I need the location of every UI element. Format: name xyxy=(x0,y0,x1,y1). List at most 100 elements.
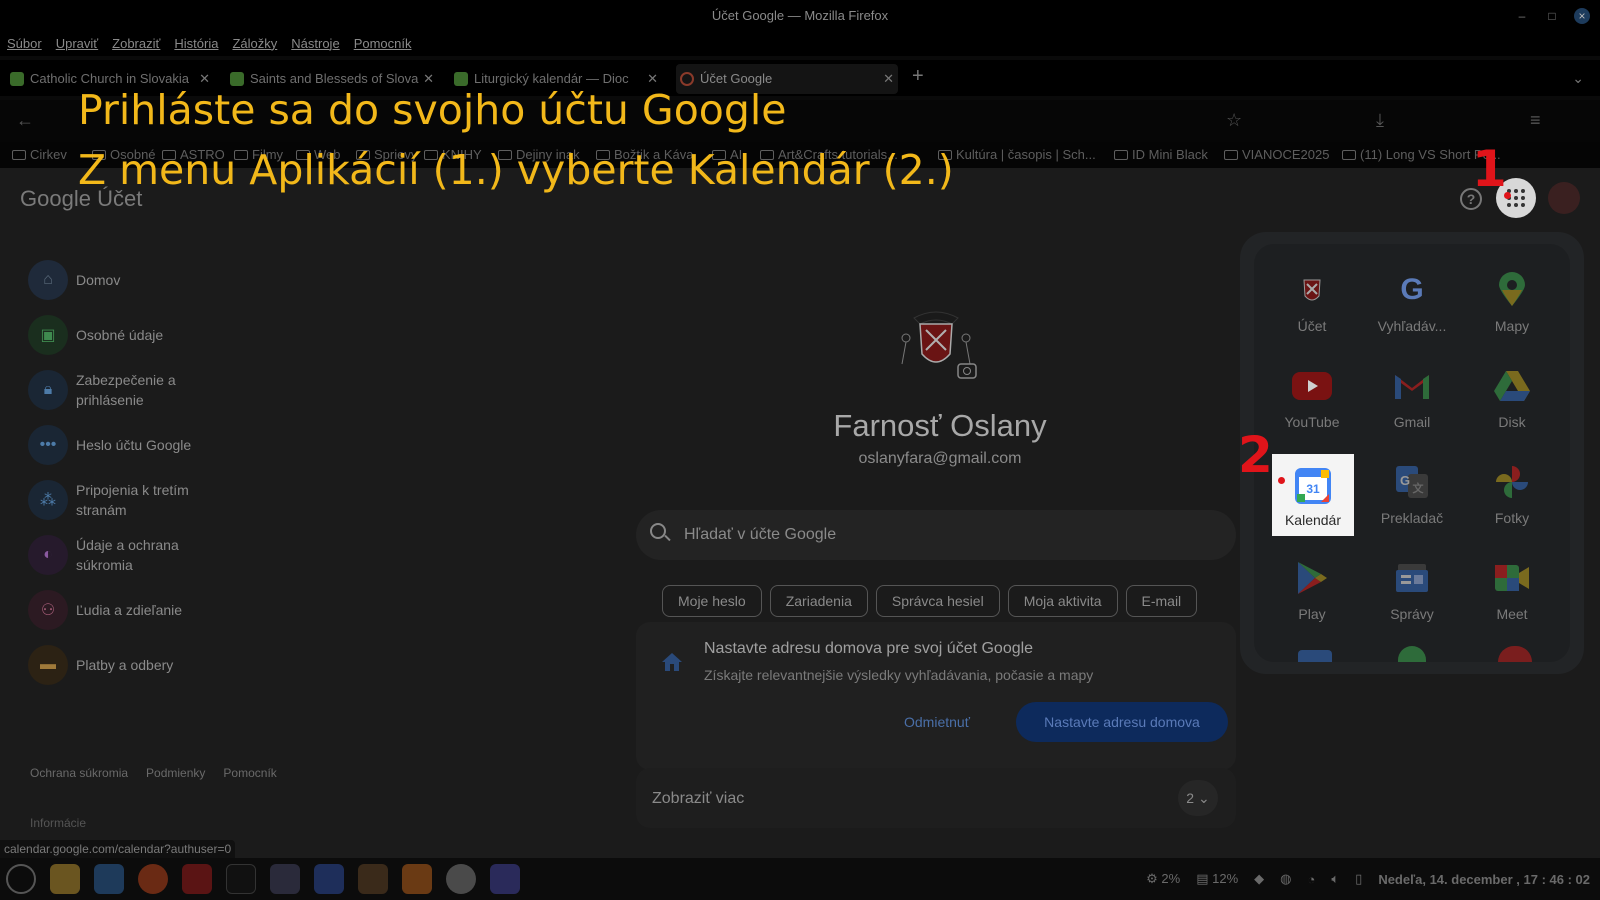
app-menu-icon[interactable]: ≡ xyxy=(1530,110,1541,131)
start-menu-icon[interactable] xyxy=(6,864,36,894)
menu-view[interactable]: Zobraziť xyxy=(112,32,160,56)
chip-password[interactable]: Moje heslo xyxy=(662,585,762,617)
back-icon[interactable]: ← xyxy=(16,110,34,131)
new-tab-icon[interactable]: + xyxy=(912,66,924,86)
bookmark-item[interactable]: VIANOCE2025 xyxy=(1224,142,1329,168)
app-meet[interactable]: Meet xyxy=(1464,544,1560,638)
play-icon xyxy=(1292,558,1332,598)
search-input[interactable] xyxy=(684,510,1224,560)
app-account[interactable]: Účet xyxy=(1264,256,1360,350)
shield-icon[interactable]: ◍ xyxy=(1280,871,1291,887)
sidebar-item-third-party[interactable]: ⁂ Pripojenia k tretím stranám xyxy=(28,480,236,520)
close-icon[interactable]: × xyxy=(1574,8,1590,24)
files-icon[interactable] xyxy=(50,864,80,894)
app-label: Gmail xyxy=(1393,414,1431,430)
show-more-row[interactable]: Zobraziť viac 2 ⌄ xyxy=(636,768,1236,828)
terms-link[interactable]: Podmienky xyxy=(146,766,205,780)
sidebar-item-privacy[interactable]: ◐ Údaje a ochrana súkromia xyxy=(28,535,236,575)
partial-app-icon xyxy=(1298,650,1332,662)
app-drive[interactable]: Disk xyxy=(1464,352,1560,446)
app-search[interactable]: G Vyhľadáv... xyxy=(1364,256,1460,350)
app-maps[interactable]: Mapy xyxy=(1464,256,1560,350)
menu-bar: Súbor Upraviť Zobraziť História Záložky … xyxy=(0,32,1600,56)
sidebar-item-people-sharing[interactable]: ⚇ Ľudia a zdieľanie xyxy=(28,590,236,630)
sidebar-item-home[interactable]: ⌂ Domov xyxy=(28,260,236,300)
marker-dot-1 xyxy=(1504,192,1511,199)
menu-edit[interactable]: Upraviť xyxy=(56,32,98,56)
chip-devices[interactable]: Zariadenia xyxy=(769,585,868,617)
minimize-icon[interactable]: – xyxy=(1514,8,1530,24)
folder-icon[interactable] xyxy=(270,864,300,894)
sidebar-item-label: Platby a odbery xyxy=(76,657,174,673)
sublime-icon[interactable] xyxy=(402,864,432,894)
bookmark-item[interactable]: Cirkev xyxy=(12,142,67,168)
calculator-icon[interactable] xyxy=(358,864,388,894)
info-link[interactable]: Informácie xyxy=(30,816,86,830)
menu-tools[interactable]: Nástroje xyxy=(291,32,339,56)
tab-label: Catholic Church in Slovakia xyxy=(30,71,189,86)
close-tab-icon[interactable]: ✕ xyxy=(883,64,894,94)
clipboard-icon[interactable]: ▯ xyxy=(1355,871,1362,887)
decline-button[interactable]: Odmietnuť xyxy=(904,714,970,730)
app-news[interactable]: Správy xyxy=(1364,544,1460,638)
mail-icon[interactable] xyxy=(94,864,124,894)
chip-email[interactable]: E-mail xyxy=(1125,585,1198,617)
clock[interactable]: Nedeľa, 14. december , 17 : 46 : 02 xyxy=(1378,872,1590,887)
app-gmail[interactable]: Gmail xyxy=(1364,352,1460,446)
bookmark-item[interactable]: Kultúra | časopis | Sch... xyxy=(938,142,1096,168)
show-more-count[interactable]: 2 ⌄ xyxy=(1178,780,1218,816)
app-translate[interactable]: G文 Prekladač xyxy=(1364,448,1460,542)
youtube-icon xyxy=(1292,366,1332,406)
memory-indicator[interactable]: ▤ 12% xyxy=(1196,871,1238,887)
firefox-icon[interactable] xyxy=(138,864,168,894)
partial-app-icon xyxy=(1398,646,1426,662)
app-youtube[interactable]: YouTube xyxy=(1264,352,1360,446)
google-account-page: Google Účet ? ⌂ Domov ▣ Osobné údaje 🔒︎ … xyxy=(0,168,1600,858)
chip-password-manager[interactable]: Správca hesiel xyxy=(875,585,1000,617)
app-label: Fotky xyxy=(1494,510,1530,526)
chip-activity[interactable]: Moja aktivita xyxy=(1007,585,1118,617)
memory-text: 12% xyxy=(1212,871,1239,886)
bookmark-item[interactable]: ID Mini Black xyxy=(1114,142,1208,168)
app-play[interactable]: Play xyxy=(1264,544,1360,638)
chrome-icon[interactable] xyxy=(446,864,476,894)
app-label: Kalendár xyxy=(1284,512,1342,528)
night-mode-icon[interactable] xyxy=(490,864,520,894)
help-link[interactable]: Pomocník xyxy=(223,766,276,780)
app-calendar[interactable]: 31 Kalendár xyxy=(1272,454,1354,536)
volume-icon[interactable]: 🔈︎ xyxy=(1331,871,1339,887)
google-search-icon: G xyxy=(1400,273,1424,306)
sidebar-item-password[interactable]: ••• Heslo účtu Google xyxy=(28,425,236,465)
sidebar-item-payments[interactable]: ▬ Platby a odbery xyxy=(28,645,236,685)
filezilla-icon[interactable] xyxy=(182,864,212,894)
downloads-icon[interactable]: ⤓ xyxy=(1376,110,1384,131)
wifi-icon[interactable]: ◔ xyxy=(1307,872,1315,887)
cpu-indicator[interactable]: ⚙ 2% xyxy=(1146,871,1180,887)
step-marker-2: 2 xyxy=(1238,426,1273,484)
menu-history[interactable]: História xyxy=(174,32,218,56)
photos-icon xyxy=(1492,462,1532,502)
gmail-icon xyxy=(1392,366,1432,406)
menu-bookmarks[interactable]: Záložky xyxy=(232,32,277,56)
avatar[interactable] xyxy=(1548,182,1580,214)
sidebar-item-security[interactable]: 🔒︎ Zabezpečenie a prihlásenie xyxy=(28,370,236,410)
coat-of-arms-emblem[interactable] xyxy=(892,302,980,382)
menu-file[interactable]: Súbor xyxy=(7,32,42,56)
menu-help[interactable]: Pomocník xyxy=(354,32,412,56)
app-label: Správy xyxy=(1390,606,1434,622)
site-icon xyxy=(1114,150,1128,160)
maximize-icon[interactable]: □ xyxy=(1544,8,1560,24)
set-home-address-button[interactable]: Nastavte adresu domova xyxy=(1016,702,1228,742)
card-icon: ▬ xyxy=(28,645,68,685)
writer-icon[interactable] xyxy=(314,864,344,894)
tab-list-icon[interactable]: ⌄ xyxy=(1572,70,1584,87)
privacy-link[interactable]: Ochrana súkromia xyxy=(30,766,128,780)
account-search[interactable] xyxy=(636,510,1236,560)
terminal-icon[interactable] xyxy=(226,864,256,894)
sidebar-item-personal-info[interactable]: ▣ Osobné údaje xyxy=(28,315,236,355)
grid-dot xyxy=(1521,196,1525,200)
show-more-label: Zobraziť viac xyxy=(652,790,745,807)
app-photos[interactable]: Fotky xyxy=(1464,448,1560,542)
dropbox-icon[interactable]: ◆ xyxy=(1254,871,1264,887)
bookmark-star-icon[interactable]: ☆ xyxy=(1226,110,1242,131)
